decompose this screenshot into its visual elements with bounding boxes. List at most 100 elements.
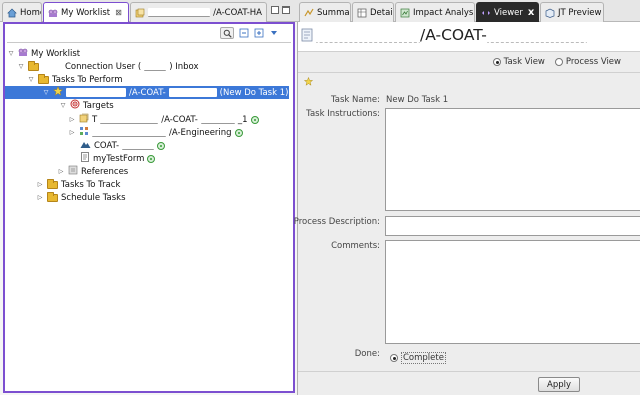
expanded-arrow-icon[interactable]: ▽ (27, 76, 35, 84)
redacted-text (122, 141, 155, 150)
tree-node-target-2[interactable]: ▷ /A-Engineering (68, 126, 243, 139)
tree-label: Tasks To Perform (52, 74, 123, 85)
comments-label: Comments: (331, 241, 380, 251)
tab-summary[interactable]: Summary (299, 2, 351, 22)
assembly-icon (79, 126, 89, 139)
task-star-icon (52, 85, 64, 99)
close-tab-icon[interactable]: x (528, 7, 534, 18)
search-icon[interactable] (220, 27, 234, 39)
details-icon (357, 8, 367, 18)
tree-node-my-worklist[interactable]: ▽ My Worklist (7, 47, 80, 60)
task-instructions-field[interactable] (385, 108, 640, 211)
tree-label: /A-COAT- (129, 87, 166, 98)
tab-jt-preview-label: JT Preview (558, 7, 602, 18)
minimize-icon[interactable] (271, 6, 279, 14)
section-divider (298, 72, 640, 73)
tab-viewer[interactable]: Viewer x (476, 2, 539, 22)
worklist-tree: ▽ My Worklist ▽ Connection User ( ) Inbo… (5, 44, 293, 234)
collapsed-arrow-icon[interactable]: ▷ (68, 129, 76, 137)
tab-item-revision[interactable]: /A-COAT-HA (130, 2, 267, 22)
redacted-text (100, 115, 159, 124)
task-view-label: Task View (503, 57, 545, 67)
tab-jt-preview[interactable]: JT Preview (540, 2, 604, 22)
view-controls (271, 6, 293, 17)
status-icon (157, 141, 166, 150)
radio-unselected-icon (554, 58, 563, 66)
task-title: /A-COAT- (316, 26, 587, 44)
redacted-text (148, 8, 211, 17)
tab-impact-analysis[interactable]: Impact Analysis (395, 2, 475, 22)
redacted-text (66, 88, 126, 97)
tab-summary-label: Summary (317, 7, 350, 18)
targets-icon (70, 99, 80, 112)
expanded-arrow-icon[interactable]: ▽ (17, 63, 25, 71)
folder-icon (47, 191, 58, 202)
tree-label: T (92, 114, 98, 125)
folder-icon (47, 178, 58, 189)
task-star-icon (303, 76, 314, 86)
tab-details[interactable]: Details (352, 2, 394, 22)
task-header-icon (301, 28, 313, 42)
view-menu-icon[interactable] (268, 28, 279, 39)
tree-node-tasks-to-perform[interactable]: ▽ Tasks To Perform (27, 73, 123, 86)
tree-node-references[interactable]: ▷ References (57, 165, 128, 178)
maximize-icon[interactable] (282, 6, 290, 14)
status-icon (234, 128, 243, 137)
tree-label: myTestForm (93, 153, 145, 164)
apply-button[interactable]: Apply (538, 377, 580, 392)
expanded-arrow-icon[interactable]: ▽ (7, 50, 15, 58)
tree-node-target-4[interactable]: myTestForm (80, 152, 156, 165)
tree-label: Tasks To Track (61, 179, 121, 190)
tree-node-selected-task[interactable]: ▽ /A-COAT- (New Do Task 1) (5, 85, 289, 99)
close-tab-icon[interactable]: ⊠ (115, 8, 122, 17)
tab-impact-analysis-label: Impact Analysis (413, 7, 475, 18)
tree-node-target-1[interactable]: ▷ T /A-COAT- _1 (68, 113, 259, 126)
summary-icon (304, 8, 314, 18)
complete-radio[interactable]: Complete (390, 352, 446, 364)
complete-label: Complete (401, 352, 446, 364)
tree-node-inbox[interactable]: ▽ Connection User ( ) Inbox (17, 60, 198, 73)
worklist-node-icon (18, 47, 28, 60)
redacted-text (92, 128, 166, 137)
left-tab-bar: Home My Worklist ⊠ /A-COAT-HA (0, 0, 297, 22)
task-view-radio[interactable]: Task View (492, 57, 545, 67)
radio-selected-icon (492, 58, 501, 66)
tree-node-schedule-tasks[interactable]: ▷ Schedule Tasks (36, 191, 126, 204)
expand-all-icon[interactable] (253, 28, 264, 39)
collapsed-arrow-icon[interactable]: ▷ (36, 194, 44, 202)
expanded-arrow-icon[interactable]: ▽ (59, 102, 67, 110)
tree-label: ) Inbox (169, 61, 199, 72)
collapsed-arrow-icon[interactable]: ▷ (68, 116, 76, 124)
home-icon (7, 8, 17, 18)
task-view-panel: /A-COAT- Task View Process View Task Nam… (293, 22, 640, 395)
process-view-radio[interactable]: Process View (554, 57, 621, 67)
tree-node-targets[interactable]: ▽ Targets (59, 99, 114, 112)
process-description-field[interactable] (385, 216, 640, 236)
tree-node-tasks-to-track[interactable]: ▷ Tasks To Track (36, 178, 120, 191)
status-icon (147, 154, 156, 163)
comments-field[interactable] (385, 240, 640, 344)
process-description-label: Process Description: (293, 217, 380, 227)
redacted-text (144, 62, 167, 71)
item-revision-icon (79, 113, 89, 126)
tab-home[interactable]: Home (2, 2, 42, 22)
collapsed-arrow-icon[interactable]: ▷ (36, 181, 44, 189)
tree-label: Targets (83, 100, 114, 111)
worklist-pane: Home My Worklist ⊠ /A-COAT-HA (0, 0, 297, 395)
expanded-arrow-icon[interactable]: ▽ (42, 89, 50, 97)
footer-divider (298, 371, 640, 372)
collapsed-arrow-icon[interactable]: ▷ (57, 168, 65, 176)
tab-details-label: Details (370, 7, 393, 18)
tree-toolbar (5, 24, 293, 40)
collapse-all-icon[interactable] (238, 28, 249, 39)
toolbar-divider (7, 42, 291, 43)
tree-label: _1 (237, 114, 248, 125)
task-name-value: New Do Task 1 (386, 95, 449, 105)
tab-my-worklist[interactable]: My Worklist ⊠ (43, 2, 129, 22)
tree-node-target-3[interactable]: COAT- (80, 139, 166, 152)
worklist-tree-panel: ▽ My Worklist ▽ Connection User ( ) Inbo… (3, 22, 295, 393)
tree-label: /A-Engineering (169, 127, 232, 138)
task-header: /A-COAT- (298, 22, 640, 52)
viewer-icon (481, 8, 491, 18)
form-icon (80, 152, 90, 165)
